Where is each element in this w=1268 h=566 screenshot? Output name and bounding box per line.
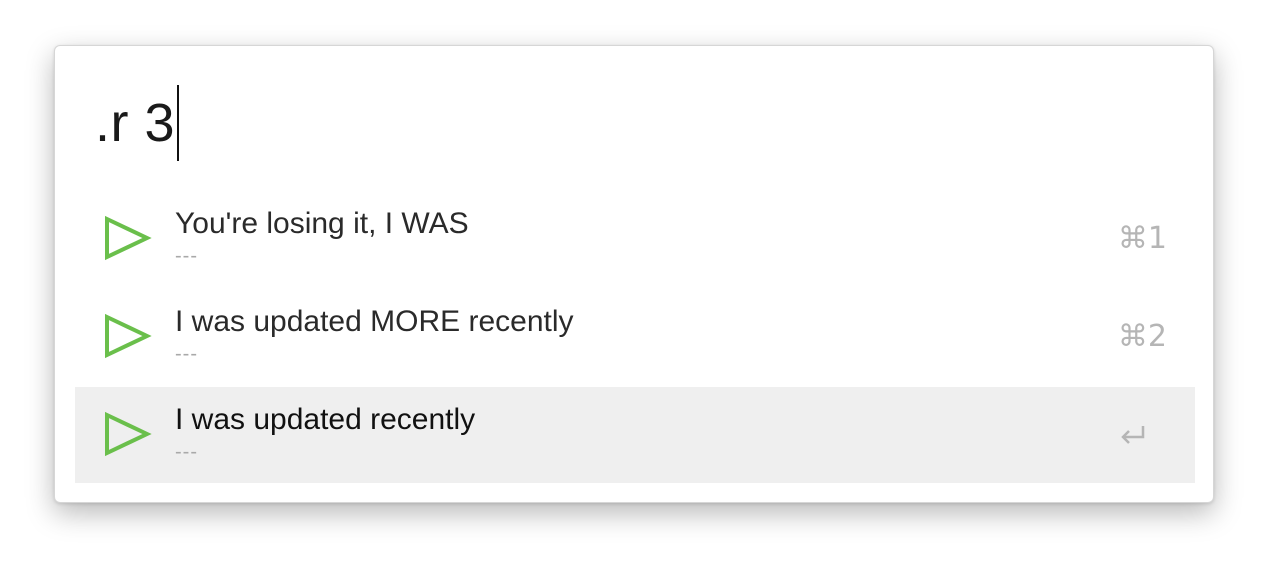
result-item[interactable]: You're losing it, I WAS --- ⌘1 xyxy=(75,191,1195,287)
result-item-selected[interactable]: I was updated recently --- xyxy=(75,387,1195,483)
result-title: I was updated MORE recently xyxy=(175,305,574,338)
search-query-text[interactable]: .r 3 xyxy=(95,84,175,162)
play-triangle-icon xyxy=(105,411,152,457)
result-item[interactable]: I was updated MORE recently --- ⌘2 xyxy=(75,289,1195,385)
launcher-window: .r 3 You're losing it, I WAS --- ⌘1 I wa… xyxy=(54,45,1214,503)
return-key-icon xyxy=(1121,426,1145,444)
play-triangle-icon xyxy=(105,215,152,261)
result-subtitle: --- xyxy=(175,343,198,365)
result-shortcut: ⌘1 xyxy=(1117,221,1167,256)
search-query-field[interactable]: .r 3 xyxy=(95,84,180,162)
play-triangle-icon xyxy=(105,313,152,359)
result-shortcut: ⌘2 xyxy=(1117,319,1167,354)
result-title: You're losing it, I WAS xyxy=(175,207,469,240)
text-caret xyxy=(177,85,180,161)
result-subtitle: --- xyxy=(175,245,198,267)
results-list: You're losing it, I WAS --- ⌘1 I was upd… xyxy=(75,191,1195,485)
result-subtitle: --- xyxy=(175,441,198,463)
result-title: I was updated recently xyxy=(175,403,476,436)
